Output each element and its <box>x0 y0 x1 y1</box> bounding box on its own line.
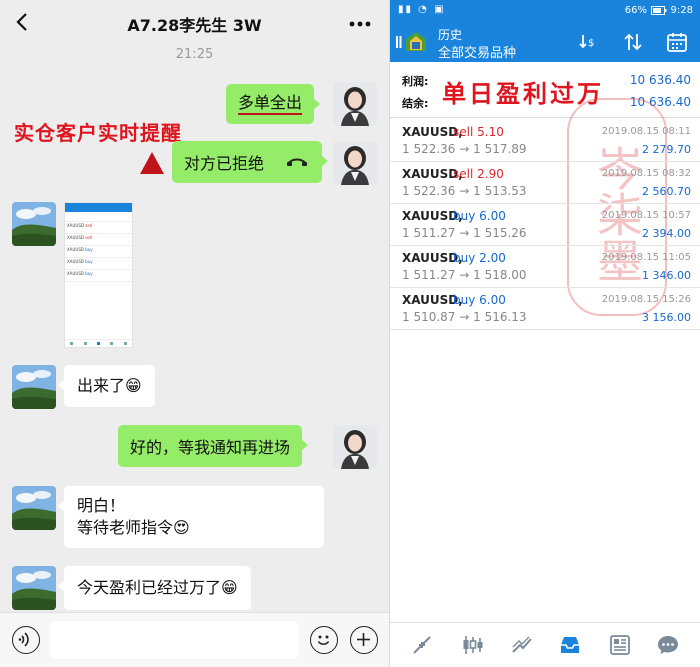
deal-datetime: 2019.08.15 11:05 <box>601 252 691 263</box>
avatar-self[interactable] <box>333 141 377 185</box>
chat-timestamp: 21:25 <box>175 47 214 62</box>
message-bubble-received[interactable]: 今天盈利已经过万了😁 <box>58 566 251 610</box>
deal-datetime: 2019.08.15 15:26 <box>601 294 691 305</box>
thumbnail-row: XAUUSD sell <box>65 222 132 234</box>
thumbnail-row: XAUUSD buy <box>65 246 132 258</box>
battery-level: 66% <box>624 5 647 16</box>
deal-profit: 1 346.00 <box>642 269 691 282</box>
deal-row[interactable]: XAUUSD, buy 2.00 1 511.27 → 1 518.00 201… <box>390 246 700 288</box>
deal-row[interactable]: XAUUSD, sell 5.10 1 522.36 → 1 517.89 20… <box>390 120 700 162</box>
message-bubble-received[interactable]: 明白！ 等待老师指令😍 <box>58 486 324 548</box>
avatar-portrait-icon <box>333 141 377 185</box>
message-bubble-sent[interactable]: 好的，等我通知再进场 <box>118 425 309 467</box>
status-bar: ▮▮ ◔ ▣ 66% 9:28 <box>390 0 700 22</box>
avatar-landscape-icon <box>12 365 56 409</box>
message-text: 出来了😁 <box>77 376 142 395</box>
status-icons: ▮▮ ◔ ▣ <box>398 4 446 15</box>
news-icon[interactable] <box>608 633 632 657</box>
message-text: 多单全出 <box>238 93 303 115</box>
deal-prices: 1 510.87 → 1 516.13 <box>402 310 527 324</box>
message-bubble-call-declined[interactable]: 对方已拒绝 <box>172 141 328 183</box>
bottom-nav <box>390 622 700 667</box>
avatar-contact[interactable] <box>12 486 56 530</box>
avatar-contact[interactable] <box>12 566 56 610</box>
menu-icon[interactable] <box>396 36 404 48</box>
chat-title: A7.28李先生 3W <box>127 16 262 35</box>
deal-prices: 1 522.36 → 1 517.89 <box>402 142 527 156</box>
page-title: 历史 <box>438 28 463 42</box>
deal-side: buy 6.00 <box>453 209 506 223</box>
deal-row[interactable]: XAUUSD, buy 6.00 1 511.27 → 1 515.26 201… <box>390 204 700 246</box>
quotes-icon[interactable] <box>410 633 434 657</box>
deal-prices: 1 511.27 → 1 518.00 <box>402 268 527 282</box>
deal-profit: 2 560.70 <box>642 185 691 198</box>
deal-profit: 2 279.70 <box>642 143 691 156</box>
sort-icon[interactable]: $ <box>578 31 600 53</box>
avatar-self[interactable] <box>333 82 377 126</box>
deal-row[interactable]: XAUUSD, buy 6.00 1 510.87 → 1 516.13 201… <box>390 288 700 330</box>
deal-datetime: 2019.08.15 08:32 <box>601 168 691 179</box>
shared-screenshot-image[interactable]: XAUUSD sell XAUUSD sell XAUUSD buy XAUUS… <box>64 202 133 348</box>
chat-input-bar <box>0 612 389 667</box>
deal-prices: 1 511.27 → 1 515.26 <box>402 226 527 240</box>
chart-icon[interactable] <box>460 633 484 657</box>
app-logo <box>406 32 426 51</box>
app-bar: 历史 全部交易品种 $ <box>390 22 700 62</box>
status-clock: 9:28 <box>670 5 693 16</box>
thumbnail-row: XAUUSD buy <box>65 258 132 270</box>
avatar-landscape-icon <box>12 486 56 530</box>
deal-side: buy 6.00 <box>453 293 506 307</box>
history-icon[interactable] <box>558 633 582 657</box>
messages-icon[interactable] <box>656 633 680 657</box>
plus-icon[interactable] <box>350 626 378 654</box>
avatar-landscape-icon <box>12 202 56 246</box>
avatar-portrait-icon <box>333 425 377 469</box>
balance-label: 结余: <box>402 97 429 110</box>
message-input[interactable] <box>50 621 298 659</box>
svg-text:$: $ <box>588 38 594 49</box>
message-text: 明白！ <box>77 496 126 515</box>
deal-datetime: 2019.08.15 08:11 <box>601 126 691 137</box>
triangle-marker-icon <box>140 152 164 174</box>
message-bubble-sent[interactable]: 多单全出 <box>226 84 321 124</box>
thumbnail-row: XAUUSD buy <box>65 270 132 282</box>
deal-prices: 1 522.36 → 1 513.53 <box>402 184 527 198</box>
message-text: 今天盈利已经过万了😁 <box>77 578 238 597</box>
profit-value: 10 636.40 <box>629 73 691 87</box>
message-text: 好的，等我通知再进场 <box>130 438 291 457</box>
trade-icon[interactable] <box>510 633 534 657</box>
chat-header: A7.28李先生 3W <box>0 0 389 44</box>
deal-side: sell 2.90 <box>453 167 504 181</box>
arrows-icon[interactable] <box>622 31 644 53</box>
deal-side: buy 2.00 <box>453 251 506 265</box>
battery-icon <box>651 6 667 15</box>
avatar-landscape-icon <box>12 566 56 610</box>
calendar-icon[interactable] <box>666 31 688 53</box>
thumbnail-row: XAUUSD sell <box>65 234 132 246</box>
avatar-portrait-icon <box>333 82 377 126</box>
emoji-icon[interactable] <box>310 626 338 654</box>
voice-icon[interactable] <box>12 626 40 654</box>
message-text: 等待老师指令😍 <box>77 518 190 537</box>
avatar-contact[interactable] <box>12 365 56 409</box>
trading-app-screen: ▮▮ ◔ ▣ 66% 9:28 历史 全部交易品种 $ 利润: 10 636.4… <box>389 0 700 667</box>
deal-profit: 3 156.00 <box>642 311 691 324</box>
deal-row[interactable]: XAUUSD, sell 2.90 1 522.36 → 1 513.53 20… <box>390 162 700 204</box>
message-text: 对方已拒绝 <box>184 154 265 173</box>
avatar-contact[interactable] <box>12 202 56 246</box>
message-bubble-received[interactable]: 出来了😁 <box>58 365 155 407</box>
symbol-filter[interactable]: 全部交易品种 <box>438 42 516 61</box>
hang-up-icon <box>287 158 307 166</box>
deal-profit: 2 394.00 <box>642 227 691 240</box>
profit-label: 利润: <box>402 75 429 88</box>
more-icon[interactable] <box>349 21 371 27</box>
deal-side: sell 5.10 <box>453 125 504 139</box>
deal-datetime: 2019.08.15 10:57 <box>601 210 691 221</box>
overlay-caption: 实仓客户实时提醒 <box>14 121 182 145</box>
avatar-self[interactable] <box>333 425 377 469</box>
chat-screen: A7.28李先生 3W 21:25 多单全出 实仓客户实时提醒 对方已拒绝 XA… <box>0 0 389 667</box>
